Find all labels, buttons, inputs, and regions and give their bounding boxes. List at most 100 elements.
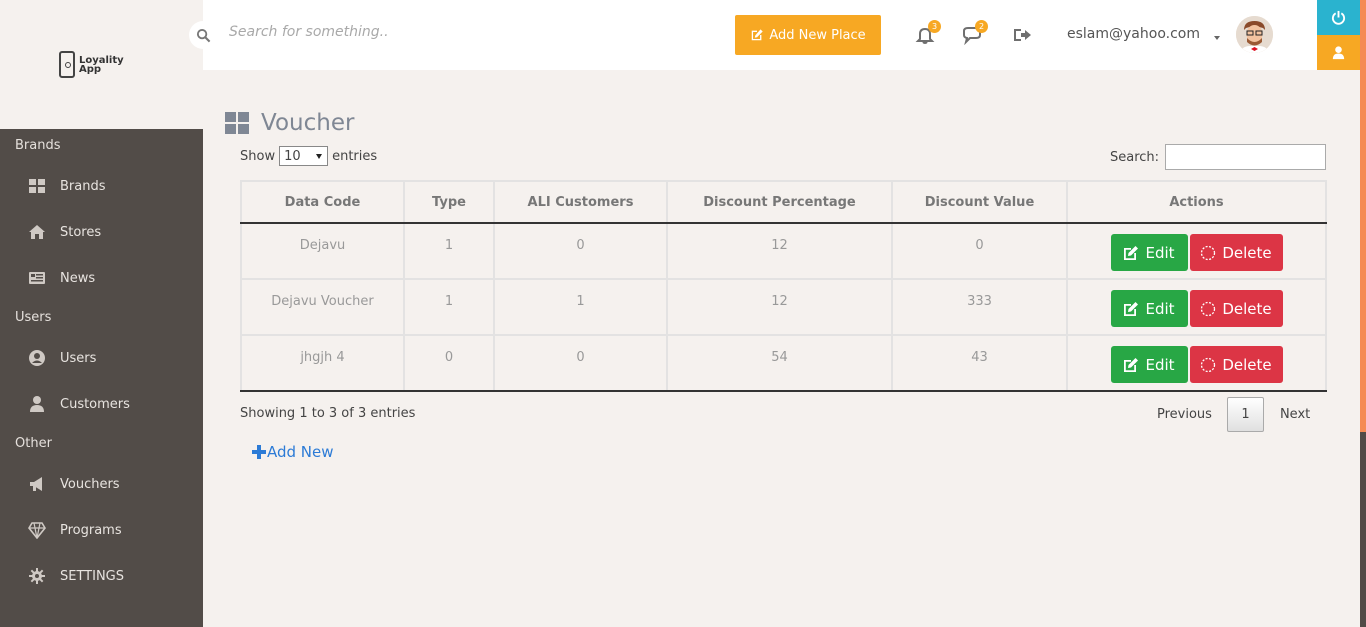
notifications-button[interactable]: 3 [913, 20, 941, 46]
logo-area: Loyality App [0, 0, 203, 129]
sidebar-item-settings[interactable]: SETTINGS [0, 553, 203, 599]
power-button[interactable] [1317, 0, 1360, 35]
sidebar-item-vouchers[interactable]: Vouchers [0, 461, 203, 507]
search-icon[interactable] [189, 21, 217, 49]
next-button[interactable]: Next [1264, 407, 1324, 422]
sidebar-section-brands: Brands [15, 138, 61, 153]
page-size-value: 10 [284, 148, 301, 164]
edit-icon [1124, 357, 1139, 372]
edit-icon [1124, 245, 1139, 260]
sidebar-section-users: Users [15, 310, 52, 325]
avatar[interactable] [1236, 16, 1273, 53]
delete-button[interactable]: Delete [1189, 290, 1283, 327]
previous-button[interactable]: Previous [1148, 407, 1227, 422]
sidebar-item-customers[interactable]: Customers [0, 381, 203, 427]
column-header[interactable]: ALI Customers [493, 180, 668, 224]
ban-icon [1201, 245, 1216, 260]
sidebar-item-label: Stores [60, 224, 102, 240]
app-logo[interactable]: Loyality App [59, 51, 124, 78]
sidebar-item-label: Vouchers [60, 476, 120, 492]
page-header: Voucher [225, 110, 354, 136]
diamond-icon [28, 521, 46, 539]
phone-icon [59, 51, 75, 78]
cell-code: jhgjh 4 [240, 334, 405, 392]
ban-icon [1201, 301, 1216, 316]
cell-code: Dejavu [240, 222, 405, 280]
sidebar-item-label: Brands [60, 178, 106, 194]
grid-icon [28, 177, 46, 195]
edit-button[interactable]: Edit [1110, 290, 1188, 327]
logout-button[interactable] [1010, 24, 1034, 46]
add-new-link[interactable]: Add New [252, 443, 334, 461]
user-icon [28, 395, 46, 413]
newspaper-icon [28, 269, 46, 287]
plus-icon [252, 445, 266, 459]
entries-label: entries [332, 148, 378, 164]
cell-value: 43 [891, 334, 1068, 392]
user-email-menu[interactable]: eslam@yahoo.com [1067, 26, 1200, 42]
profile-button[interactable] [1317, 35, 1360, 70]
cell-type: 1 [403, 222, 495, 280]
cell-type: 0 [403, 334, 495, 392]
sidebar-item-news[interactable]: News [0, 255, 203, 301]
home-icon [28, 223, 46, 241]
chevron-down-icon[interactable] [1214, 36, 1220, 40]
cell-code: Dejavu Voucher [240, 278, 405, 336]
table-search-input[interactable] [1165, 144, 1326, 170]
cell-actions: Edit Delete [1066, 222, 1327, 280]
power-icon [1331, 10, 1346, 25]
delete-label: Delete [1222, 243, 1272, 262]
column-header: Actions [1066, 180, 1327, 224]
page-size-select[interactable]: 10 [279, 146, 329, 166]
sidebar-item-programs[interactable]: Programs [0, 507, 203, 553]
delete-button[interactable]: Delete [1189, 234, 1283, 271]
sidebar: Brands Brands Stores News Users Users Cu… [0, 129, 203, 627]
sidebar-item-brands[interactable]: Brands [0, 163, 203, 209]
column-header[interactable]: Discount Percentage [666, 180, 893, 224]
cell-percentage: 12 [666, 222, 893, 280]
delete-button[interactable]: Delete [1189, 346, 1283, 383]
cell-actions: Edit Delete [1066, 278, 1327, 336]
sign-out-icon [1014, 29, 1031, 41]
logo-line2: App [79, 63, 102, 75]
edit-button[interactable]: Edit [1110, 234, 1188, 271]
messages-badge: 2 [975, 20, 988, 33]
sidebar-item-stores[interactable]: Stores [0, 209, 203, 255]
column-header[interactable]: Data Code [240, 180, 405, 224]
column-header[interactable]: Discount Value [891, 180, 1068, 224]
megaphone-icon [28, 475, 46, 493]
right-dark-strip [1360, 432, 1366, 627]
search-input[interactable] [229, 24, 529, 40]
messages-button[interactable]: 2 [960, 20, 988, 46]
column-header[interactable]: Type [403, 180, 495, 224]
show-label: Show [240, 148, 276, 164]
cell-percentage: 12 [666, 278, 893, 336]
page-button[interactable]: 1 [1226, 397, 1264, 432]
sidebar-item-label: News [60, 270, 96, 286]
cell-customers: 0 [493, 222, 668, 280]
sidebar-item-users[interactable]: Users [0, 335, 203, 381]
cell-value: 333 [891, 278, 1068, 336]
sidebar-item-label: Users [60, 350, 97, 366]
sidebar-item-label: Programs [60, 522, 122, 538]
edit-label: Edit [1145, 355, 1175, 374]
sidebar-item-label: SETTINGS [60, 568, 125, 584]
edit-icon [1124, 301, 1139, 316]
cell-customers: 0 [493, 334, 668, 392]
delete-label: Delete [1222, 299, 1272, 318]
add-new-place-label: Add New Place [769, 27, 866, 43]
right-accent-strip [1360, 0, 1366, 432]
user-icon [1332, 46, 1345, 60]
cell-percentage: 54 [666, 334, 893, 392]
table-row: jhgjh 4 0 0 54 43 Edit Delete [240, 334, 1327, 392]
sidebar-section-other: Other [15, 436, 52, 451]
cell-type: 1 [403, 278, 495, 336]
top-bar: Add New Place 3 2 eslam@yahoo.com [189, 0, 1317, 70]
page-title: Voucher [261, 110, 355, 136]
notifications-badge: 3 [928, 20, 941, 33]
table-row: Dejavu Voucher 1 1 12 333 Edit Delete [240, 278, 1327, 336]
add-new-place-button[interactable]: Add New Place [735, 15, 881, 55]
pagination: Previous 1 Next [1148, 397, 1324, 432]
edit-button[interactable]: Edit [1110, 346, 1188, 383]
table-search-label: Search: [1110, 150, 1160, 165]
